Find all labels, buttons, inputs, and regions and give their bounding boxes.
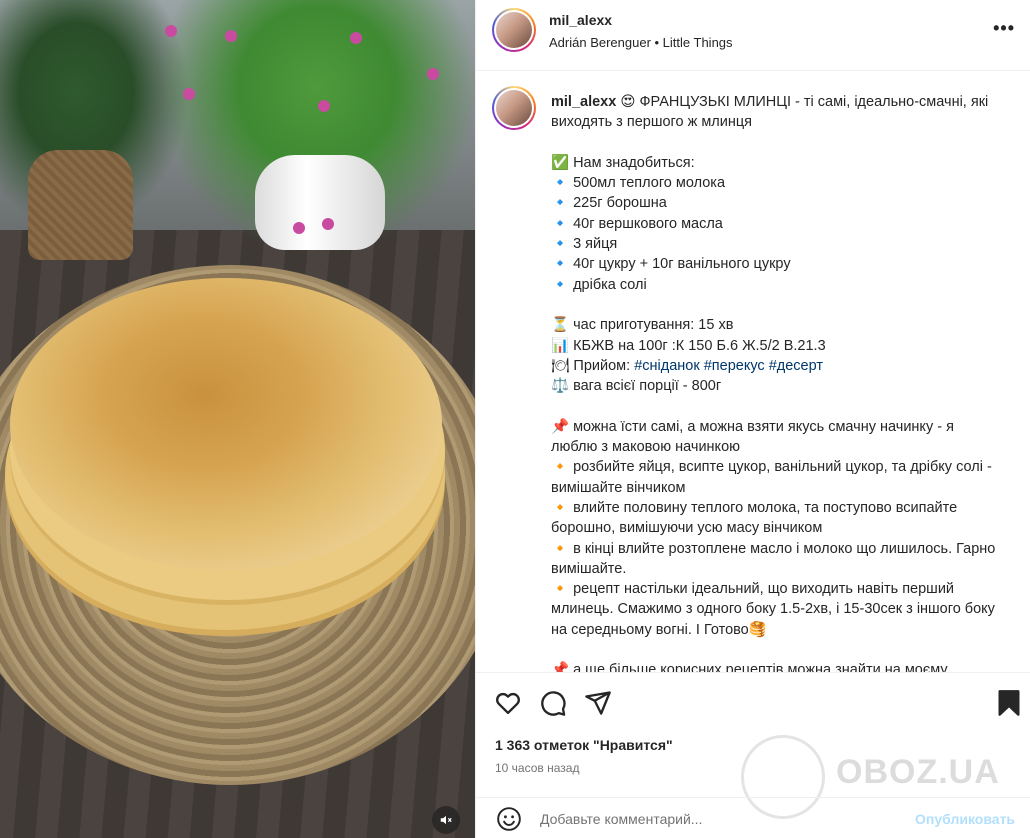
likes-count[interactable]: 1 363 отметок "Нравится" (495, 737, 673, 753)
caption-avatar[interactable] (492, 86, 536, 130)
flower (183, 88, 195, 100)
post-timestamp[interactable]: 10 часов назад (495, 761, 579, 775)
caption-line: ⚖️ вага всієї порції - 800г (551, 378, 722, 395)
burlap-pot (28, 150, 133, 260)
caption-line (551, 295, 996, 315)
post-header: mil_alexx Adrián Berenguer • Little Thin… (476, 0, 1030, 71)
share-icon[interactable] (584, 689, 612, 717)
caption-line: mil_alexx 😍 ФРАНЦУЗЬКІ МЛИНЦІ - ті самі,… (551, 94, 989, 131)
author-avatar[interactable] (492, 8, 536, 52)
caption-line: ⏳ час приготування: 15 хв (551, 317, 734, 334)
more-dots-icon: ••• (993, 18, 1015, 38)
flower (350, 32, 362, 44)
emoji-icon[interactable] (496, 806, 522, 832)
comment-icon[interactable] (539, 689, 567, 717)
white-vase (255, 155, 385, 250)
post-media[interactable] (0, 0, 475, 838)
flower (293, 222, 305, 234)
caption-line: 📌 можна їсти самі, а можна взяти якусь с… (551, 418, 954, 456)
caption-line: 🔹 3 яйця (551, 236, 618, 253)
hashtags[interactable]: #сніданок #перекус #десерт (634, 358, 823, 374)
watermark-text: OBOZ.UA (836, 753, 1000, 791)
more-options-button[interactable]: ••• (993, 18, 1015, 39)
comment-input[interactable] (540, 808, 920, 830)
flower (318, 100, 330, 112)
caption-line: 🔹 225г борошна (551, 195, 667, 212)
action-bar: 1 363 отметок "Нравится" 10 часов назад … (476, 672, 1030, 819)
flower (322, 218, 334, 230)
caption-line: 🔹 500мл теплого молока (551, 175, 726, 192)
caption-line: 📊 КБЖВ на 100г :К 150 Б.6 Ж.5/2 В.21.3 (551, 337, 826, 354)
caption-line: ✅ Нам знадобиться: (551, 154, 695, 171)
caption-scroll-area[interactable]: mil_alexx 😍 ФРАНЦУЗЬКІ МЛИНЦІ - ті самі,… (476, 72, 1030, 672)
post-comment-button[interactable]: Опубликовать (915, 811, 1015, 827)
caption-line (551, 396, 996, 416)
caption-line: 🔸 рецепт настільки ідеальний, що виходит… (551, 581, 995, 638)
flower (165, 25, 177, 37)
speaker-muted-icon (440, 815, 452, 825)
caption-line (551, 640, 996, 660)
caption-line: 🔸 влийте половину теплого молока, та пос… (551, 499, 958, 537)
mute-button[interactable] (432, 806, 460, 834)
post-panel: mil_alexx Adrián Berenguer • Little Thin… (475, 0, 1030, 838)
caption-line (551, 133, 996, 153)
caption-username[interactable]: mil_alexx (551, 94, 616, 110)
flower (427, 68, 439, 80)
flower (225, 30, 237, 42)
heart-icon[interactable] (494, 689, 522, 717)
caption-line: 📌 а ще більше корисних рецептів можна зн… (551, 662, 948, 672)
caption-line: 🔹 40г вершкового масла (551, 215, 723, 232)
caption-line: 🔹 дрібка солі (551, 276, 647, 293)
caption-line: 🔸 розбийте яйця, всипте цукор, ванільний… (551, 459, 992, 496)
caption-line: 🔸 в кінці влийте розтоплене масло і моло… (551, 540, 996, 577)
bookmark-icon[interactable] (995, 689, 1023, 717)
author-username[interactable]: mil_alexx (549, 12, 612, 28)
audio-attribution[interactable]: Adrián Berenguer • Little Things (549, 35, 733, 50)
comment-bar: Опубликовать (476, 797, 1030, 838)
caption-line: 🍽 Прийом: #сніданок #перекус #десерт (551, 357, 824, 374)
caption-line: 🔹 40г цукру + 10г ванільного цукру (551, 256, 791, 273)
crepe-stack-top (10, 278, 442, 570)
caption-text: mil_alexx 😍 ФРАНЦУЗЬКІ МЛИНЦІ - ті самі,… (551, 92, 996, 672)
